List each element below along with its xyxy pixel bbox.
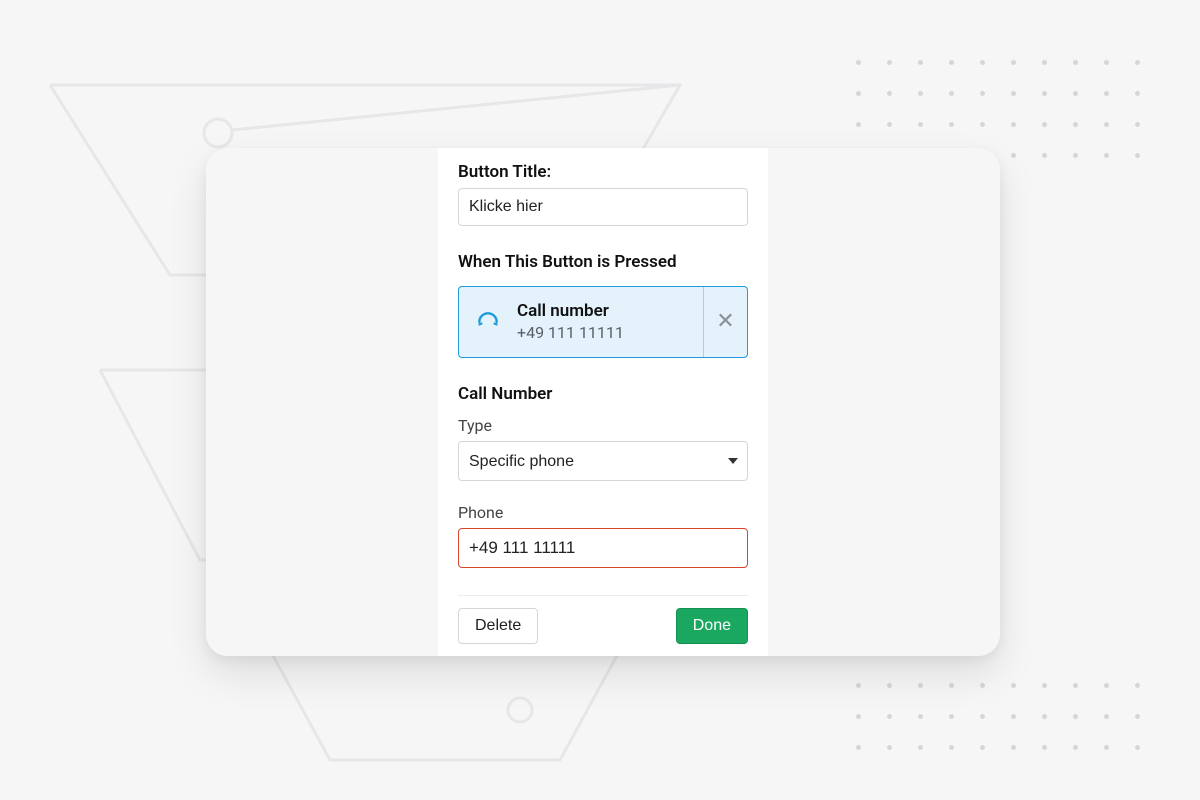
action-remove-button[interactable]: ✕ bbox=[703, 287, 747, 357]
action-call-number-card[interactable]: Call number +49 111 11111 ✕ bbox=[458, 286, 748, 358]
done-button[interactable]: Done bbox=[676, 608, 748, 644]
decorative-shape-bottom bbox=[260, 640, 680, 780]
type-label: Type bbox=[458, 416, 748, 435]
decorative-dot-grid-top bbox=[856, 60, 1140, 158]
type-select[interactable]: Specific phone bbox=[458, 441, 748, 481]
footer-bar: Delete Done bbox=[458, 595, 748, 644]
phone-icon bbox=[459, 309, 517, 335]
decorative-dot-grid-bottom bbox=[856, 683, 1140, 750]
action-title: Call number bbox=[517, 301, 703, 322]
when-pressed-label: When This Button is Pressed bbox=[458, 252, 748, 272]
card-gutter-right bbox=[768, 148, 1000, 656]
phone-label: Phone bbox=[458, 503, 748, 522]
button-title-input[interactable] bbox=[458, 188, 748, 226]
settings-card: Button Title: When This Button is Presse… bbox=[206, 148, 1000, 656]
button-title-label: Button Title: bbox=[458, 162, 748, 182]
close-icon: ✕ bbox=[716, 311, 734, 333]
phone-input[interactable] bbox=[458, 528, 748, 568]
action-subtitle: +49 111 11111 bbox=[517, 323, 703, 343]
card-gutter-left bbox=[206, 148, 438, 656]
call-number-section-label: Call Number bbox=[458, 384, 748, 404]
delete-button[interactable]: Delete bbox=[458, 608, 538, 644]
button-config-panel: Button Title: When This Button is Presse… bbox=[438, 148, 768, 656]
